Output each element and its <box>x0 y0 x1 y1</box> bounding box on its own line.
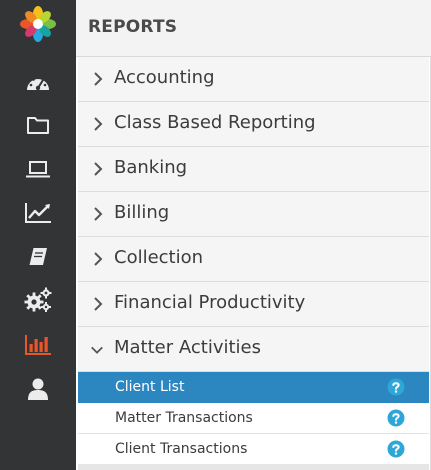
nav-library[interactable] <box>23 244 53 270</box>
book-icon <box>28 247 47 266</box>
category-matter-activities[interactable]: Matter Activities <box>78 327 429 372</box>
app-logo[interactable] <box>20 6 56 42</box>
dashboard-gauge-icon <box>27 76 49 91</box>
gears-icon <box>24 287 52 312</box>
category-label: Matter Activities <box>114 337 261 358</box>
report-label: Client Transactions <box>115 441 248 457</box>
category-label: Banking <box>114 157 188 178</box>
report-label: Client List <box>115 379 185 395</box>
chevron-right-icon <box>94 252 103 266</box>
chevron-right-icon <box>94 117 103 131</box>
report-matter-transactions[interactable]: Matter Transactions <box>78 403 429 434</box>
category-label: Financial Productivity <box>114 292 306 313</box>
app-sidebar <box>0 0 76 470</box>
report-client-list[interactable]: Client List <box>78 372 429 403</box>
nav-matters[interactable] <box>23 112 53 138</box>
category-financial-productivity[interactable]: Financial Productivity <box>78 282 429 327</box>
category-label: Accounting <box>114 67 215 88</box>
category-accounting[interactable]: Accounting <box>78 57 429 102</box>
report-label: Matter Transactions <box>115 410 253 426</box>
category-billing[interactable]: Billing <box>78 192 429 237</box>
category-label: Collection <box>114 247 204 268</box>
folder-icon <box>27 117 49 134</box>
chevron-right-icon <box>94 72 103 86</box>
chevron-right-icon <box>94 162 103 176</box>
laptop-icon <box>26 161 50 178</box>
help-icon[interactable] <box>387 378 405 396</box>
user-icon <box>28 378 48 400</box>
nav-analytics[interactable] <box>23 200 53 226</box>
chevron-right-icon <box>94 207 103 221</box>
flower-logo-icon <box>20 6 56 42</box>
panel-header: REPORTS <box>76 0 431 57</box>
category-class-based-reporting[interactable]: Class Based Reporting <box>78 102 429 147</box>
nav-reports[interactable] <box>23 332 53 358</box>
bar-chart-icon <box>25 335 51 355</box>
reports-panel: REPORTS Accounting Class Based Reporting… <box>76 0 431 470</box>
report-client-transactions[interactable]: Client Transactions <box>78 434 429 465</box>
line-chart-icon <box>25 203 51 223</box>
panel-title: REPORTS <box>88 17 178 37</box>
chevron-right-icon <box>94 297 103 311</box>
nav-settings[interactable] <box>23 287 53 313</box>
nav-dashboard[interactable] <box>23 70 53 96</box>
category-banking[interactable]: Banking <box>78 147 429 192</box>
nav-user[interactable] <box>23 376 53 402</box>
category-label: Class Based Reporting <box>114 112 316 133</box>
help-icon[interactable] <box>387 409 405 427</box>
help-icon[interactable] <box>387 440 405 458</box>
nav-workstation[interactable] <box>23 157 53 183</box>
category-collection[interactable]: Collection <box>78 237 429 282</box>
chevron-down-icon <box>91 346 103 354</box>
category-label: Billing <box>114 202 170 223</box>
list-bottom-edge <box>78 464 429 470</box>
